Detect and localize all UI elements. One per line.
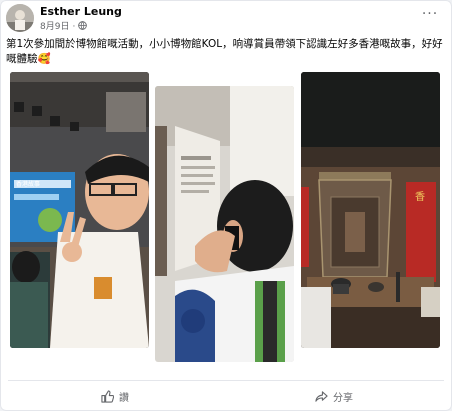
photo-shrine-display[interactable]: 香 <box>301 72 440 348</box>
meta-separator: · <box>72 22 76 32</box>
screen-text-1: 香港故事 <box>16 180 40 188</box>
three-dots-icon: ··· <box>421 6 439 22</box>
post-text: 第1次參加間於博物館嘅活動，小小博物館KOL，响導賞員帶領下認識左好多香港嘅故事… <box>6 38 443 65</box>
sign-right-char: 香 <box>415 191 425 203</box>
share-label: 分享 <box>333 392 353 404</box>
share-button[interactable]: 分享 <box>315 386 353 406</box>
post-meta: 8月9日 · <box>40 19 88 32</box>
photo-boy-audio-guide[interactable] <box>155 86 294 362</box>
thumbs-up-icon <box>101 389 114 403</box>
photo-boy-peace-sign[interactable]: 香港故事 <box>10 72 149 348</box>
globe-icon <box>78 21 88 30</box>
like-button[interactable]: 讚 <box>101 386 129 406</box>
more-options-button[interactable]: ··· <box>420 7 440 24</box>
author-name[interactable]: Esther Leung <box>40 5 122 18</box>
post-date[interactable]: 8月9日 <box>40 22 69 32</box>
share-arrow-icon <box>315 390 328 402</box>
like-label: 讚 <box>119 392 129 404</box>
post-card: Esther Leung 8月9日 · ··· 第1次參加間於博物館嘅活動，小小博… <box>0 0 452 411</box>
actions-divider <box>8 380 444 381</box>
avatar[interactable] <box>6 4 34 32</box>
post-header: Esther Leung 8月9日 · ··· <box>4 4 444 34</box>
